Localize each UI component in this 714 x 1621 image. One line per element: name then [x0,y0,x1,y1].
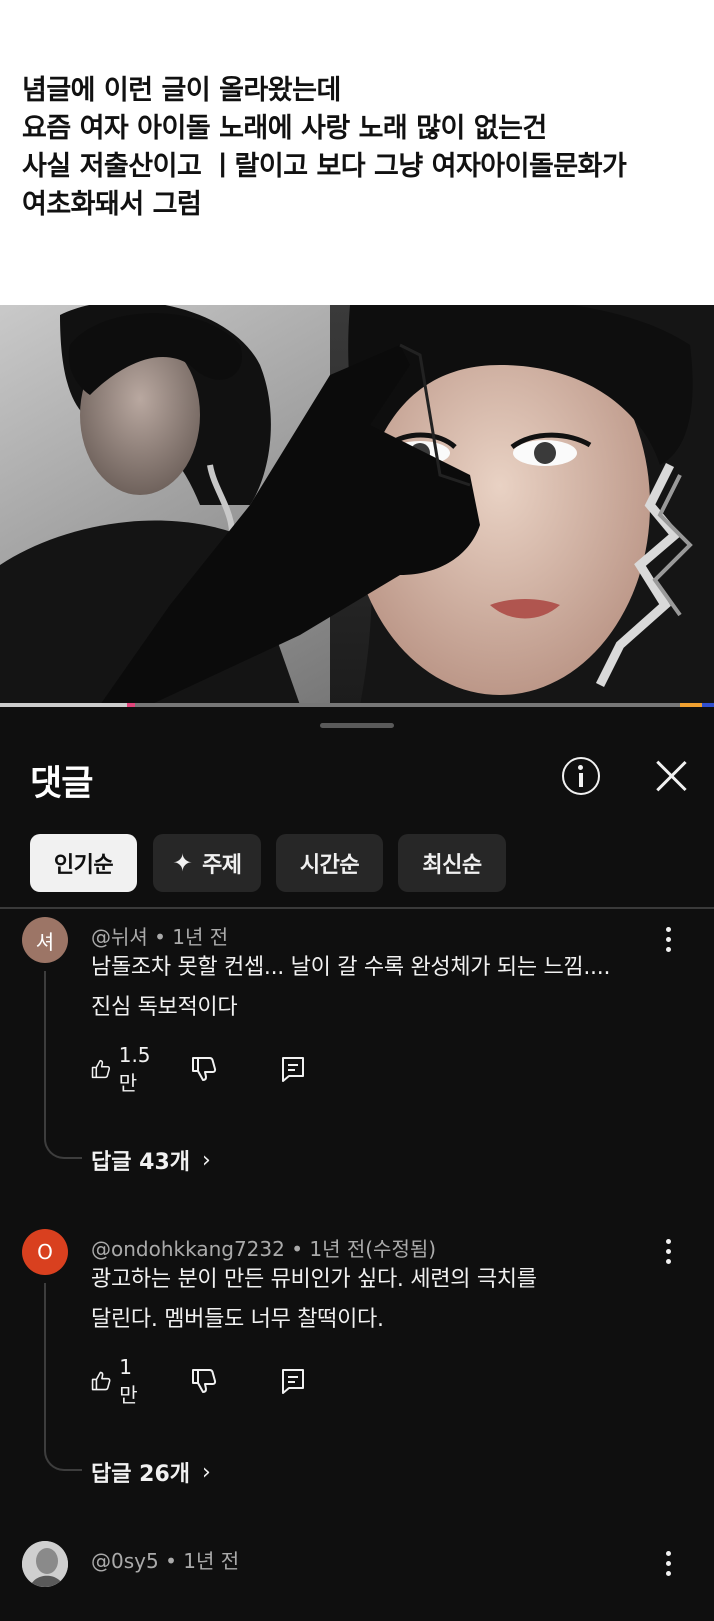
view-replies-button[interactable]: 답글 26개 › [91,1456,211,1488]
sparkle-icon: ✦ [172,849,193,877]
avatar[interactable] [22,1541,68,1587]
chevron-right-icon: › [202,1459,211,1485]
reply-comment-icon [282,1369,304,1394]
avatar[interactable]: O [22,1229,68,1275]
replies-count: 답글 26개 [91,1462,190,1487]
divider [0,907,714,909]
thumbs-up-icon [91,1371,111,1391]
more-options-icon[interactable] [664,1551,672,1577]
thumbs-down-icon [192,1057,217,1081]
chip-topic[interactable]: ✦ 주제 [153,834,261,892]
avatar[interactable]: 셔 [22,917,68,963]
comment-text-line: 진심 독보적이다 [91,995,238,1020]
drag-handle[interactable] [320,723,394,728]
like-button[interactable]: 1만 [91,1355,143,1407]
comment-meta: @ondohkkang7232 • 1년 전(수정됨) [91,1237,437,1261]
view-replies-button[interactable]: 답글 43개 › [91,1144,211,1176]
chip-label: 인기순 [53,853,114,878]
comments-title: 댓글 [30,764,93,804]
reply-button[interactable] [281,1054,305,1084]
chip-label: 주제 [202,853,242,878]
dislike-button[interactable] [191,1366,217,1396]
thumbs-down-icon [192,1369,217,1393]
avatar-image [22,1541,68,1587]
dislike-button[interactable] [191,1054,217,1084]
caption-line: 념글에 이런 글이 올라왔는데 [22,75,341,106]
thread-line [44,1283,82,1471]
comment-text-line: 광고하는 분이 만든 뮤비인가 싶다. 세련의 극치를 [91,1267,537,1292]
info-icon[interactable] [562,757,600,795]
chevron-right-icon: › [202,1147,211,1173]
like-button[interactable]: 1.5만 [91,1043,157,1095]
thread-line [44,971,82,1159]
chip-label: 시간순 [299,853,360,878]
caption-line: 요즘 여자 아이돌 노래에 사랑 노래 많이 없는건 [22,113,547,144]
chip-timeline[interactable]: 시간순 [276,834,383,892]
chip-label: 최신순 [422,853,482,878]
thumbs-up-icon [91,1059,111,1079]
reply-comment-icon [282,1057,304,1082]
caption-line: 사실 저출산이고 ㅣ랄이고 보다 그냥 여자아이돌문화가 [22,151,627,182]
reply-button[interactable] [281,1366,305,1396]
replies-count: 답글 43개 [91,1150,190,1175]
comment-meta: @뉘셔 • 1년 전 [91,925,229,949]
more-options-icon[interactable] [664,927,672,953]
video-player[interactable] [0,305,714,705]
comments-sheet: 댓글 인기순 ✦ 주제 시간순 최신순 셔 @뉘셔 • 1년 전 남돌조차 못할… [0,707,714,1621]
more-options-icon[interactable] [664,1239,672,1265]
caption-line: 여초화돼서 그럼 [22,189,202,220]
chip-newest[interactable]: 최신순 [398,834,506,892]
chip-popular[interactable]: 인기순 [30,834,137,892]
like-count: 1.5만 [118,1042,151,1095]
comment-meta: @0sy5 • 1년 전 [91,1549,240,1573]
comment-text-line: 달린다. 멤버들도 너무 찰떡이다. [91,1307,384,1332]
close-icon[interactable] [654,759,688,793]
like-count: 1만 [119,1354,138,1407]
video-frame-image [0,305,714,705]
post-caption: 념글에 이런 글이 올라왔는데 요즘 여자 아이돌 노래에 사랑 노래 많이 없… [22,72,702,224]
comment-text-line: 남돌조차 못할 컨셉... 날이 갈 수록 완성체가 되는 느낌.... [91,955,611,980]
